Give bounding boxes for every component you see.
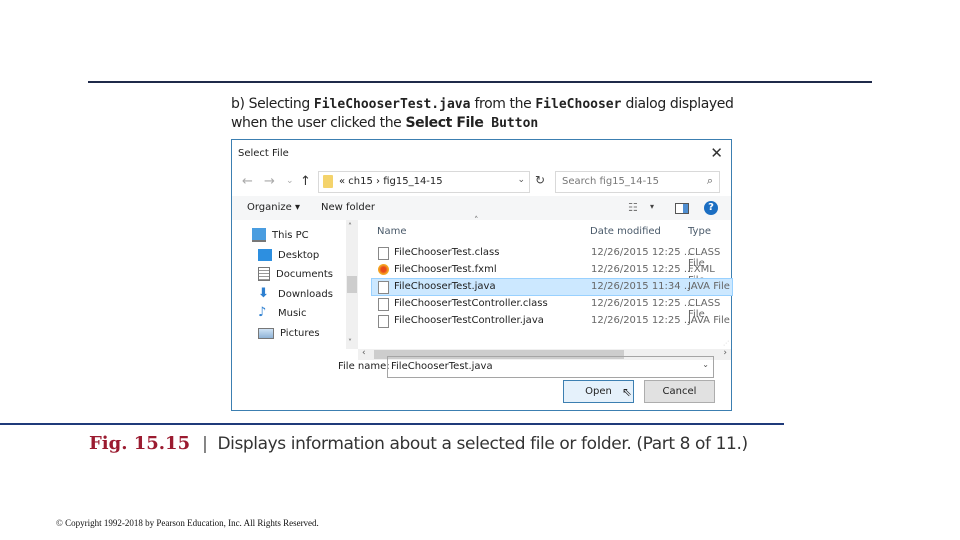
chevron-down-icon[interactable]: ⌄	[702, 360, 709, 369]
file-chooser-dialog: Select File ✕ ← → ⌄ ↑ « ch15 › fig15_14-…	[231, 139, 733, 411]
file-icon	[378, 315, 389, 328]
file-date: 12/26/2015 11:34 ...	[591, 281, 694, 292]
address-bar[interactable]: « ch15 › fig15_14-15 ⌄	[318, 171, 530, 193]
view-options-icon[interactable]: ☷	[628, 201, 638, 214]
file-name: FileChooserTest.class	[394, 247, 500, 258]
navigation-pane: This PC Desktop Documents ⬇ Downloads ♪ …	[232, 220, 346, 349]
folder-icon	[323, 175, 333, 188]
refresh-icon[interactable]: ↻	[530, 173, 550, 191]
bottom-rule	[0, 423, 784, 425]
sidebar-item-label: Documents	[276, 268, 334, 280]
scroll-left-icon[interactable]: ‹	[362, 348, 366, 358]
music-icon: ♪	[258, 305, 267, 320]
sidebar-item-this-pc[interactable]: This PC	[252, 226, 309, 244]
sidebar-item-label: Desktop	[278, 249, 320, 261]
subfigure-caption: b) Selecting FileChooserTest.java from t…	[231, 95, 734, 133]
scroll-right-icon[interactable]: ›	[723, 348, 727, 358]
column-header-type[interactable]: Type	[688, 226, 711, 237]
file-date: 12/26/2015 12:25 ...	[591, 264, 694, 275]
file-date: 12/26/2015 12:25 ...	[591, 315, 694, 326]
top-rule	[88, 81, 872, 83]
file-date: 12/26/2015 12:25 ...	[591, 298, 694, 309]
file-icon	[378, 298, 389, 311]
file-name: FileChooserTestController.class	[394, 298, 548, 309]
sidebar-scrollbar[interactable]: ˄ ˅	[346, 220, 358, 349]
up-arrow-icon[interactable]: ↑	[300, 174, 311, 189]
file-type: JAVA File	[688, 315, 730, 326]
copyright-notice: © Copyright 1992-2018 by Pearson Educati…	[56, 518, 319, 528]
sidebar-item-desktop[interactable]: Desktop	[258, 246, 319, 264]
fxml-file-icon	[378, 264, 389, 275]
file-list: ˄ Name Date modified Type FileChooserTes…	[362, 216, 733, 340]
file-row[interactable]: FileChooserTest.class 12/26/2015 12:25 .…	[372, 245, 732, 269]
scroll-up-icon[interactable]: ˄	[348, 222, 352, 231]
file-icon	[378, 247, 389, 260]
file-row[interactable]: FileChooserTestController.java 12/26/201…	[372, 313, 732, 329]
forward-arrow-icon[interactable]: →	[264, 174, 275, 189]
column-header-name[interactable]: Name	[377, 226, 407, 237]
cancel-button[interactable]: Cancel	[644, 380, 715, 403]
sidebar-item-pictures[interactable]: Pictures	[258, 324, 320, 342]
mouse-cursor-icon: ⇖	[622, 385, 633, 399]
back-arrow-icon[interactable]: ←	[242, 174, 253, 189]
documents-icon	[258, 267, 270, 281]
caption-text: when the user clicked the	[231, 115, 406, 131]
caption-separator: |	[202, 434, 208, 454]
file-row[interactable]: FileChooserTestController.class 12/26/20…	[372, 296, 732, 320]
figure-description: Displays information about a selected fi…	[217, 434, 748, 454]
sidebar-item-documents[interactable]: Documents	[258, 265, 333, 283]
figure-number: Fig. 15.15	[89, 433, 191, 454]
file-name-label: File name:	[338, 361, 390, 372]
computer-icon	[252, 228, 266, 242]
file-type: JAVA File	[688, 281, 730, 292]
file-name: FileChooserTest.java	[394, 281, 496, 292]
caption-text: dialog displayed	[621, 96, 734, 112]
caption-code-class: FileChooser	[535, 97, 622, 112]
navigation-bar: ← → ⌄ ↑ « ch15 › fig15_14-15 ⌄ ↻ Search …	[232, 171, 731, 195]
file-name: FileChooserTestController.java	[394, 315, 544, 326]
search-placeholder: Search fig15_14-15	[562, 176, 659, 187]
file-row[interactable]: FileChooserTest.fxml 12/26/2015 12:25 ..…	[372, 262, 732, 286]
desktop-icon	[258, 249, 272, 261]
caption-text: from the	[470, 96, 536, 112]
file-name-value[interactable]: FileChooserTest.java	[391, 361, 493, 372]
column-header-date-modified[interactable]: Date modified	[590, 226, 661, 237]
sidebar-item-label: Music	[278, 307, 307, 319]
file-name: FileChooserTest.fxml	[394, 264, 497, 275]
pictures-icon	[258, 327, 274, 339]
help-icon[interactable]: ?	[704, 201, 718, 215]
search-icon[interactable]: ⌕	[707, 174, 713, 188]
search-input[interactable]: Search fig15_14-15 ⌕	[555, 171, 720, 193]
figure-caption: Fig. 15.15 | Displays information about a …	[89, 433, 748, 454]
file-icon	[378, 281, 389, 294]
sidebar-item-music[interactable]: ♪ Music	[258, 304, 306, 322]
close-icon[interactable]: ✕	[710, 144, 723, 162]
chevron-down-icon[interactable]: ⌄	[517, 175, 525, 185]
command-toolbar: Organize ▾ New folder ☷ ▾ ?	[232, 196, 731, 220]
scroll-down-icon[interactable]: ˅	[348, 338, 352, 347]
sidebar-item-downloads[interactable]: ⬇ Downloads	[258, 285, 333, 303]
file-row-selected[interactable]: FileChooserTest.java 12/26/2015 11:34 ..…	[371, 278, 733, 296]
organize-button[interactable]: Organize ▾	[247, 202, 300, 213]
preview-pane-icon[interactable]	[675, 203, 689, 214]
new-folder-button[interactable]: New folder	[321, 202, 375, 213]
caption-bold: Select File	[405, 115, 484, 131]
view-dropdown-icon[interactable]: ▾	[650, 202, 654, 211]
recent-locations-icon[interactable]: ⌄	[286, 176, 294, 186]
sidebar-item-label: Pictures	[280, 327, 320, 339]
file-name-input[interactable]: FileChooserTest.java ⌄	[387, 356, 714, 378]
file-date: 12/26/2015 12:25 ...	[591, 247, 694, 258]
sort-ascending-icon: ˄	[474, 216, 479, 226]
caption-code-file: FileChooserTest.java	[313, 97, 471, 112]
resize-grip-icon[interactable]: ⋰	[723, 340, 729, 347]
sidebar-item-label: This PC	[272, 229, 309, 241]
scrollbar-thumb[interactable]	[347, 276, 357, 293]
caption-code-button: Button	[483, 116, 539, 131]
dialog-title: Select File	[238, 148, 289, 159]
downloads-icon: ⬇	[258, 286, 269, 301]
address-path[interactable]: « ch15 › fig15_14-15	[339, 176, 443, 187]
caption-text: b) Selecting	[231, 96, 314, 112]
sidebar-item-label: Downloads	[278, 288, 333, 300]
